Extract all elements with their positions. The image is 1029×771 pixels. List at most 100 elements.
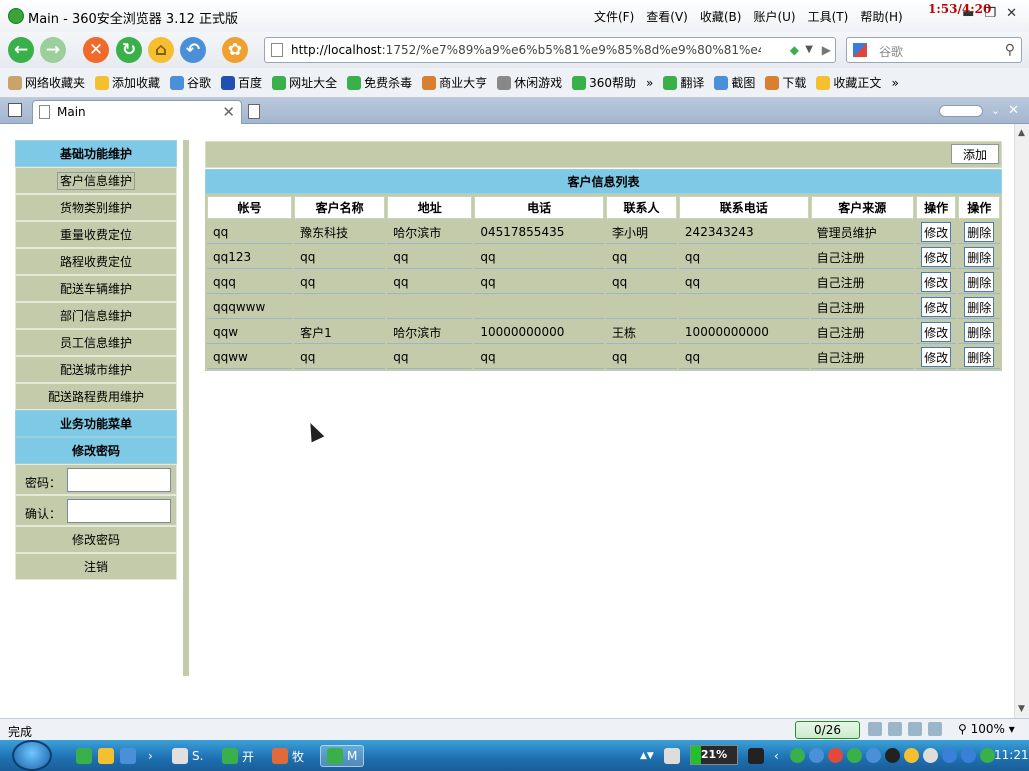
bookmark-text-tool[interactable]: 收藏正文 xyxy=(816,74,881,91)
favorite-item[interactable]: 360帮助 xyxy=(572,74,636,91)
maximize-icon[interactable]: ❐ xyxy=(984,6,996,21)
delete-button[interactable]: 删除 xyxy=(964,222,995,242)
chevron-down-icon[interactable]: ⌄ xyxy=(991,104,1000,117)
tray-icon[interactable] xyxy=(961,748,976,763)
favorite-item[interactable]: 免费杀毒 xyxy=(347,74,412,91)
edit-button[interactable]: 修改 xyxy=(921,222,952,242)
quicklaunch-qq-icon[interactable] xyxy=(98,745,114,767)
minimize-icon[interactable]: ▬ xyxy=(962,6,974,21)
search-engine-icon[interactable] xyxy=(853,43,867,57)
delete-button[interactable]: 删除 xyxy=(964,272,995,292)
tray-icon[interactable] xyxy=(847,748,862,763)
sidebar-item-route-fees[interactable]: 配送路程费用维护 xyxy=(15,383,177,410)
tab-main[interactable]: Main ✕ xyxy=(32,100,242,124)
address-bar[interactable]: http://localhost:1752/%e7%89%a9%e6%b5%81… xyxy=(264,37,836,63)
home-icon[interactable]: ⌂ xyxy=(148,37,174,63)
close-window-icon[interactable]: ✕ xyxy=(1006,6,1017,21)
scroll-up-icon[interactable]: ▲ xyxy=(1018,128,1025,138)
sidebar-item-goods-category[interactable]: 货物类别维护 xyxy=(15,194,177,221)
tray-icon[interactable] xyxy=(809,748,824,763)
stop-icon[interactable]: ✕ xyxy=(83,37,109,63)
menu-help[interactable]: 帮助(H) xyxy=(860,8,902,25)
sidebar-item-cities[interactable]: 配送城市维护 xyxy=(15,356,177,383)
go-icon[interactable]: ▶ xyxy=(822,43,831,57)
taskbar-scroll-icon[interactable]: ▲▼ xyxy=(640,745,654,767)
sidebar-toggle-icon[interactable] xyxy=(8,103,22,117)
taskbar-item-s[interactable]: S. xyxy=(172,745,203,767)
edit-button[interactable]: 修改 xyxy=(921,347,952,367)
quicklaunch-more-icon[interactable]: › xyxy=(148,745,153,767)
logout-button[interactable]: 注销 xyxy=(15,553,177,580)
edit-button[interactable]: 修改 xyxy=(921,297,952,317)
favorite-item[interactable]: 商业大亨 xyxy=(422,74,487,91)
tray-icon[interactable] xyxy=(904,748,919,763)
zoom-level[interactable]: ⚲ 100% ▾ xyxy=(958,722,1015,736)
sidebar-item-employees[interactable]: 员工信息维护 xyxy=(15,329,177,356)
favorite-item[interactable]: 网络收藏夹 xyxy=(8,74,85,91)
menu-account[interactable]: 账户(U) xyxy=(753,8,795,25)
new-tab-icon[interactable] xyxy=(248,104,260,119)
sound-icon[interactable] xyxy=(928,722,942,736)
shield-icon[interactable]: ◆ xyxy=(790,43,799,57)
keyboard-icon[interactable] xyxy=(664,745,680,767)
tray-icon[interactable] xyxy=(942,748,957,763)
confirm-password-field[interactable] xyxy=(67,499,171,523)
plug-icon[interactable] xyxy=(748,745,764,767)
translate-tool[interactable]: 翻译 xyxy=(663,74,704,91)
edit-button[interactable]: 修改 xyxy=(921,247,952,267)
scroll-down-icon[interactable]: ▼ xyxy=(1018,704,1025,714)
sidebar-item-weight-pricing[interactable]: 重量收费定位 xyxy=(15,221,177,248)
close-icon[interactable]: ✕ xyxy=(1008,103,1019,118)
download-counter[interactable]: 0/26 xyxy=(795,721,860,739)
menu-view[interactable]: 查看(V) xyxy=(646,8,688,25)
tray-icon[interactable] xyxy=(980,748,995,763)
status-tool-icon[interactable] xyxy=(868,722,882,736)
taskbar-item-kai[interactable]: 开 xyxy=(222,745,254,767)
taskbar-clock[interactable]: 11:21 xyxy=(994,748,1029,762)
sidebar-item-customer-info[interactable]: 客户信息维护 xyxy=(15,167,177,194)
frame-divider[interactable] xyxy=(183,140,189,676)
sidebar-item-distance-pricing[interactable]: 路程收费定位 xyxy=(15,248,177,275)
download-tool[interactable]: 下载 xyxy=(765,74,806,91)
paw-icon[interactable]: ✿ xyxy=(222,37,248,63)
tab-scroll-pill[interactable] xyxy=(938,104,983,117)
favorite-item[interactable]: 网址大全 xyxy=(272,74,337,91)
status-tool-icon[interactable] xyxy=(888,722,902,736)
search-input[interactable]: 谷歌 xyxy=(879,43,903,60)
screenshot-tool[interactable]: 截图 xyxy=(714,74,755,91)
favorite-item[interactable]: 谷歌 xyxy=(170,74,211,91)
search-box[interactable]: 谷歌 ⚲ xyxy=(846,37,1022,63)
search-icon[interactable]: ⚲ xyxy=(1005,42,1015,58)
close-tab-icon[interactable]: ✕ xyxy=(222,103,235,121)
start-button[interactable] xyxy=(12,740,52,771)
favorite-item[interactable]: 休闲游戏 xyxy=(497,74,562,91)
change-password-button[interactable]: 修改密码 xyxy=(15,526,177,553)
sidebar-item-vehicles[interactable]: 配送车辆维护 xyxy=(15,275,177,302)
add-customer-button[interactable]: 添加 xyxy=(951,144,999,164)
business-menu-header[interactable]: 业务功能菜单 xyxy=(15,410,177,437)
tray-icon[interactable] xyxy=(828,748,843,763)
delete-button[interactable]: 删除 xyxy=(964,322,995,342)
tray-icon[interactable] xyxy=(885,748,900,763)
chevron-down-icon[interactable]: ▼ xyxy=(805,44,813,55)
tray-icon[interactable] xyxy=(923,748,938,763)
tray-icon[interactable] xyxy=(866,748,881,763)
address-url[interactable]: http://localhost:1752/%e7%89%a9%e6%b5%81… xyxy=(291,43,761,57)
edit-button[interactable]: 修改 xyxy=(921,272,952,292)
delete-button[interactable]: 删除 xyxy=(964,247,995,267)
edit-button[interactable]: 修改 xyxy=(921,322,952,342)
delete-button[interactable]: 删除 xyxy=(964,347,995,367)
vertical-scrollbar[interactable]: ▲ ▼ xyxy=(1014,124,1029,718)
delete-button[interactable]: 删除 xyxy=(964,297,995,317)
sidebar-item-departments[interactable]: 部门信息维护 xyxy=(15,302,177,329)
favorite-item[interactable]: 百度 xyxy=(221,74,262,91)
menu-favorites[interactable]: 收藏(B) xyxy=(700,8,742,25)
undo-icon[interactable]: ↶ xyxy=(180,37,206,63)
menu-file[interactable]: 文件(F) xyxy=(594,8,634,25)
tray-icon[interactable] xyxy=(790,748,805,763)
status-tool-icon[interactable] xyxy=(908,722,922,736)
favorite-item[interactable]: 添加收藏 xyxy=(95,74,160,91)
forward-icon[interactable]: → xyxy=(40,37,66,63)
taskbar-item-main[interactable]: M xyxy=(320,745,365,767)
tray-expand-icon[interactable]: ‹ xyxy=(774,745,779,767)
